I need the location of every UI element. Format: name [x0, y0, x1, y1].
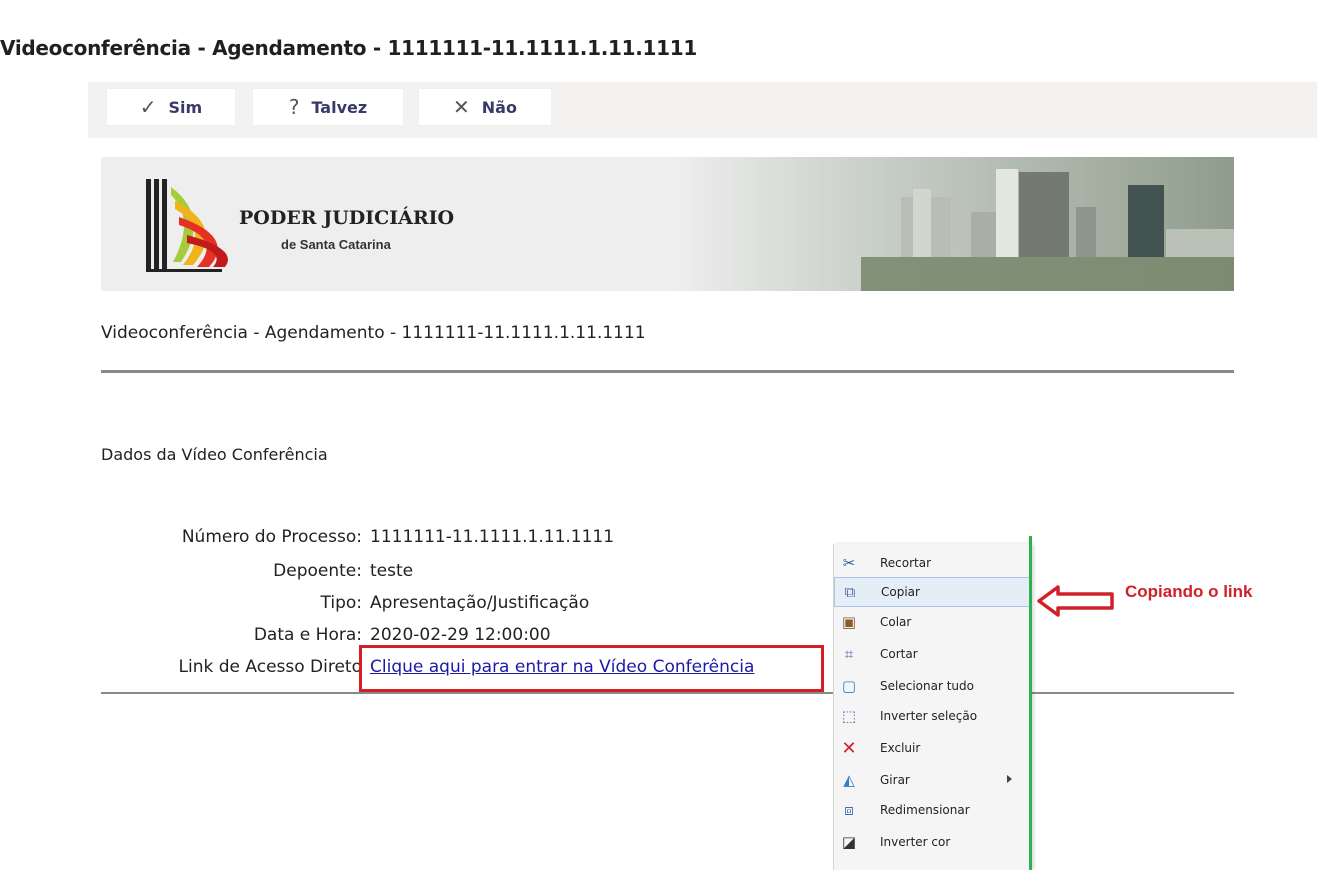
- select-all-icon: ▢: [841, 677, 857, 695]
- guide-line: [1029, 536, 1032, 870]
- menu-item-label: Cortar: [880, 647, 918, 661]
- red-arrow-icon: [1037, 585, 1114, 617]
- menu-item-redimensionar[interactable]: ⧈ Redimensionar: [834, 795, 1030, 825]
- menu-item-label: Colar: [880, 615, 912, 629]
- menu-item-selecionar-tudo[interactable]: ▢ Selecionar tudo: [834, 671, 1030, 701]
- menu-item-label: Redimensionar: [880, 803, 970, 817]
- menu-item-label: Inverter cor: [880, 835, 951, 849]
- banner-org-subtitle: de Santa Catarina: [281, 237, 391, 252]
- divider-bottom: [101, 692, 1234, 694]
- menu-item-inverter-cor[interactable]: ◪ Inverter cor: [834, 827, 1030, 857]
- invert-color-icon: ◪: [841, 833, 857, 851]
- rsvp-maybe-label: Talvez: [311, 97, 368, 117]
- field-value-data-hora: 2020-02-29 12:00:00: [370, 625, 551, 645]
- email-subject: Videoconferência - Agendamento - 1111111…: [0, 36, 697, 60]
- city-skyline: [861, 169, 1234, 291]
- rsvp-no-button[interactable]: ✕ Não: [418, 88, 552, 126]
- menu-item-label: Recortar: [880, 556, 932, 570]
- rsvp-no-label: Não: [481, 97, 517, 117]
- menu-item-copiar[interactable]: ⧉ Copiar: [834, 577, 1030, 607]
- rsvp-yes-label: Sim: [168, 97, 203, 117]
- field-label-tipo: Tipo:: [320, 593, 362, 613]
- menu-item-label: Selecionar tudo: [880, 679, 974, 693]
- field-label-depoente: Depoente:: [273, 561, 362, 581]
- court-banner: PODER JUDICIÁRIO de Santa Catarina: [101, 157, 1234, 291]
- menu-item-excluir[interactable]: ✕ Excluir: [834, 733, 1030, 763]
- field-value-depoente: teste: [370, 561, 414, 581]
- menu-item-label: Girar: [880, 773, 910, 787]
- link-highlight-box: [359, 645, 824, 692]
- crop-icon: ⌗: [844, 645, 854, 663]
- paste-icon: ▣: [841, 613, 857, 631]
- field-label-processo: Número do Processo:: [181, 527, 362, 547]
- menu-item-recortar[interactable]: ✂ Recortar: [834, 548, 1030, 578]
- scissors-icon: ✂: [842, 554, 856, 572]
- menu-item-cortar[interactable]: ⌗ Cortar: [834, 639, 1030, 669]
- x-icon: ✕: [453, 95, 470, 119]
- menu-item-label: Inverter seleção: [880, 709, 978, 723]
- court-logo: [146, 179, 228, 272]
- rsvp-yes-button[interactable]: ✓ Sim: [106, 88, 236, 126]
- section-heading: Dados da Vídeo Conferência: [101, 445, 328, 464]
- menu-item-label: Copiar: [881, 585, 920, 599]
- copy-icon: ⧉: [844, 583, 856, 601]
- field-value-tipo: Apresentação/Justificação: [370, 593, 590, 613]
- context-menu: ✂ Recortar ⧉ Copiar ▣ Colar ⌗ Cortar ▢ S…: [833, 544, 1032, 870]
- rotate-icon: ◭: [843, 771, 855, 789]
- rsvp-maybe-button[interactable]: ? Talvez: [252, 88, 404, 126]
- question-icon: ?: [288, 95, 300, 119]
- menu-item-label: Excluir: [880, 741, 921, 755]
- field-label-data-hora: Data e Hora:: [253, 625, 362, 645]
- resize-icon: ⧈: [844, 801, 854, 819]
- divider: [101, 370, 1234, 373]
- delete-icon: ✕: [841, 737, 857, 759]
- banner-org-name: PODER JUDICIÁRIO: [239, 207, 455, 229]
- check-icon: ✓: [139, 95, 157, 119]
- field-label-link: Link de Acesso Direto: [178, 657, 362, 677]
- invert-selection-icon: ⬚: [841, 707, 857, 725]
- submenu-arrow-icon: [1007, 775, 1012, 783]
- field-value-processo: 1111111-11.1111.1.11.1111: [370, 527, 615, 547]
- annotation-label: Copiando o link: [1125, 582, 1253, 601]
- rsvp-bar: ✓ Sim ? Talvez ✕ Não: [88, 82, 1317, 138]
- menu-item-inverter-selecao[interactable]: ⬚ Inverter seleção: [834, 701, 1030, 731]
- menu-item-colar[interactable]: ▣ Colar: [834, 607, 1030, 637]
- message-title: Videoconferência - Agendamento - 1111111…: [101, 323, 646, 343]
- menu-item-girar[interactable]: ◭ Girar: [834, 765, 1030, 795]
